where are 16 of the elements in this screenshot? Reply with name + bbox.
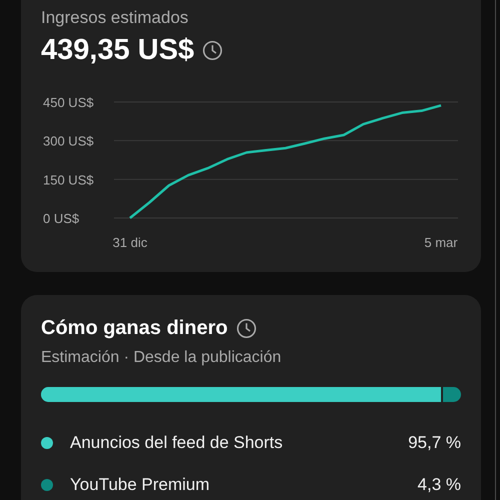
axis-label: 0 US$ <box>43 211 80 226</box>
clock-icon[interactable] <box>202 40 224 60</box>
source-name: YouTube Premium <box>70 475 211 495</box>
earnings-label: Ingresos estimados <box>41 7 190 29</box>
card-subtitle: Estimación · Desde la publicación <box>41 348 282 368</box>
card-title: Cómo ganas dinero <box>41 316 228 341</box>
axis-label: 150 US$ <box>43 172 94 188</box>
clock-icon[interactable] <box>236 318 257 338</box>
axis-label: 5 mar <box>424 235 458 250</box>
axis-label: 300 US$ <box>43 134 94 149</box>
source-name: Anuncios del feed de Shorts <box>70 433 284 453</box>
axis-label: 450 US$ <box>43 95 94 110</box>
axis-label: 31 dic <box>112 235 148 250</box>
source-share: 95,7 % <box>408 433 461 453</box>
earnings-amount: 439,35 US$ <box>41 33 194 68</box>
source-share: 4,3 % <box>418 475 461 495</box>
